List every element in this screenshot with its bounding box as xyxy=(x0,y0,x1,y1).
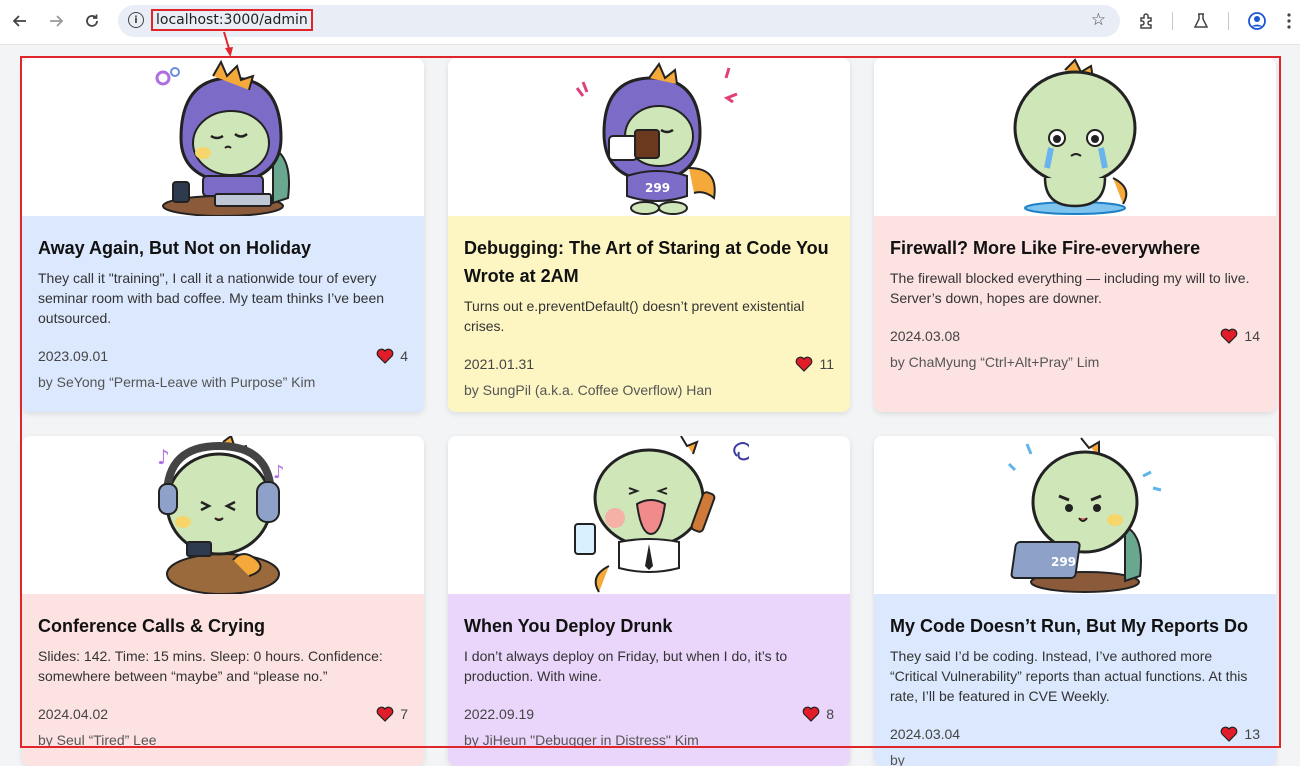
svg-text:299: 299 xyxy=(1051,555,1076,569)
card-summary: I don’t always deploy on Friday, but whe… xyxy=(464,648,788,684)
dino-hoodie-laptop-illustration xyxy=(155,59,290,216)
card-date: 2024.03.08 xyxy=(890,328,961,344)
card-body: Debugging: The Art of Staring at Code Yo… xyxy=(448,216,850,412)
card-meta: 2022.09.19 8 xyxy=(464,704,834,724)
svg-text:♪: ♪ xyxy=(273,462,285,483)
card-date: 2023.09.01 xyxy=(38,348,109,364)
address-bar[interactable]: i localhost:3000/admin ☆ xyxy=(118,5,1120,37)
card-author: by JiHeun "Debugger in Distress" Kim xyxy=(464,732,699,748)
card-illustration: ♪ ♪ xyxy=(22,436,424,594)
like-button[interactable]: 8 xyxy=(802,706,834,722)
like-button[interactable]: 4 xyxy=(376,348,408,364)
menu-dots-icon[interactable] xyxy=(1282,10,1296,32)
card-meta: 2021.01.31 11 xyxy=(464,354,834,374)
dino-crying-illustration xyxy=(1013,58,1137,215)
browser-toolbar: i localhost:3000/admin ☆ xyxy=(0,0,1300,45)
bookmark-star-icon[interactable]: ☆ xyxy=(1091,10,1106,30)
post-card[interactable]: 299 My Code Doesn’t Run, But My Reports … xyxy=(874,436,1276,766)
like-count: 14 xyxy=(1244,328,1260,344)
card-author: by xyxy=(890,752,905,766)
url-path: :3000/admin xyxy=(218,12,308,28)
dino-laptop-sweat-illustration: 299 xyxy=(1007,437,1162,593)
card-author: by SungPil (a.k.a. Coffee Overflow) Han xyxy=(464,382,712,398)
card-summary: The firewall blocked everything — includ… xyxy=(890,270,1250,306)
card-title[interactable]: When You Deploy Drunk xyxy=(464,612,834,640)
heart-icon xyxy=(1221,328,1238,344)
card-illustration xyxy=(448,436,850,594)
like-count: 7 xyxy=(400,706,408,722)
card-body: My Code Doesn’t Run, But My Reports Do T… xyxy=(874,594,1276,766)
like-button[interactable]: 11 xyxy=(795,356,834,372)
svg-text:♪: ♪ xyxy=(157,445,170,469)
card-author: by Seul “Tired” Lee xyxy=(38,732,157,748)
card-summary: They said I’d be coding. Instead, I’ve a… xyxy=(890,648,1248,704)
toolbar-separator xyxy=(1172,12,1173,30)
toolbar-separator xyxy=(1228,12,1229,30)
post-card[interactable]: 299 Debugging: The Art of Staring at Cod… xyxy=(448,58,850,412)
like-count: 13 xyxy=(1244,726,1260,742)
dino-drunk-illustration xyxy=(574,436,749,593)
card-meta: 2024.03.08 14 xyxy=(890,326,1260,346)
post-card[interactable]: Away Again, But Not on Holiday They call… xyxy=(22,58,424,412)
card-illustration xyxy=(22,58,424,216)
post-card[interactable]: When You Deploy Drunk I don’t always dep… xyxy=(448,436,850,766)
card-summary: They call it "training", I call it a nat… xyxy=(38,270,385,326)
card-body: Away Again, But Not on Holiday They call… xyxy=(22,216,424,412)
card-title[interactable]: My Code Doesn’t Run, But My Reports Do xyxy=(890,612,1260,640)
labs-flask-icon[interactable] xyxy=(1190,10,1212,32)
forward-arrow-icon[interactable] xyxy=(43,8,69,34)
like-button[interactable]: 14 xyxy=(1220,328,1260,344)
svg-text:299: 299 xyxy=(645,181,670,195)
heart-icon xyxy=(376,706,394,722)
card-meta: 2024.03.04 13 xyxy=(890,724,1260,744)
url-text[interactable]: localhost:3000/admin xyxy=(151,9,313,31)
like-button[interactable]: 13 xyxy=(1220,726,1260,742)
site-info-icon[interactable]: i xyxy=(128,12,144,28)
url-host: localhost xyxy=(156,12,219,28)
profile-icon[interactable] xyxy=(1246,10,1268,32)
heart-icon xyxy=(796,356,813,372)
card-author: by ChaMyung “Ctrl+Alt+Pray” Lim xyxy=(890,354,1100,370)
card-author: by SeYong “Perma-Leave with Purpose” Kim xyxy=(38,374,316,390)
card-summary: Slides: 142. Time: 15 mins. Sleep: 0 hou… xyxy=(38,648,383,684)
card-illustration xyxy=(874,58,1276,216)
annotation-arrow xyxy=(223,31,233,57)
like-count: 4 xyxy=(400,348,408,364)
card-summary: Turns out e.preventDefault() doesn’t pre… xyxy=(464,298,805,334)
card-body: When You Deploy Drunk I don’t always dep… xyxy=(448,594,850,766)
dino-headphones-illustration: ♪ ♪ xyxy=(157,436,285,594)
back-arrow-icon[interactable] xyxy=(7,8,33,34)
card-date: 2022.09.19 xyxy=(464,706,535,722)
card-date: 2021.01.31 xyxy=(464,356,535,372)
card-title[interactable]: Debugging: The Art of Staring at Code Yo… xyxy=(464,234,834,290)
like-count: 8 xyxy=(826,706,834,722)
post-card[interactable]: Firewall? More Like Fire-everywhere The … xyxy=(874,58,1276,412)
card-title[interactable]: Firewall? More Like Fire-everywhere xyxy=(890,234,1260,262)
card-body: Conference Calls & Crying Slides: 142. T… xyxy=(22,594,424,766)
like-button[interactable]: 7 xyxy=(376,706,408,722)
card-meta: 2023.09.01 4 xyxy=(38,346,408,366)
reload-icon[interactable] xyxy=(79,8,105,34)
card-date: 2024.03.04 xyxy=(890,726,961,742)
card-date: 2024.04.02 xyxy=(38,706,109,722)
card-illustration: 299 xyxy=(874,436,1276,594)
like-count: 11 xyxy=(819,356,834,372)
card-title[interactable]: Away Again, But Not on Holiday xyxy=(38,234,408,262)
post-card[interactable]: ♪ ♪ Conference Calls & Crying Slides: 14… xyxy=(22,436,424,766)
card-body: Firewall? More Like Fire-everywhere The … xyxy=(874,216,1276,412)
dino-hoodie-coffee-illustration: 299 xyxy=(575,61,738,215)
card-title[interactable]: Conference Calls & Crying xyxy=(38,612,408,640)
heart-icon xyxy=(1221,726,1238,742)
heart-icon xyxy=(802,706,820,722)
extensions-icon[interactable] xyxy=(1136,10,1158,32)
card-meta: 2024.04.02 7 xyxy=(38,704,408,724)
card-illustration: 299 xyxy=(448,58,850,216)
heart-icon xyxy=(376,348,394,364)
